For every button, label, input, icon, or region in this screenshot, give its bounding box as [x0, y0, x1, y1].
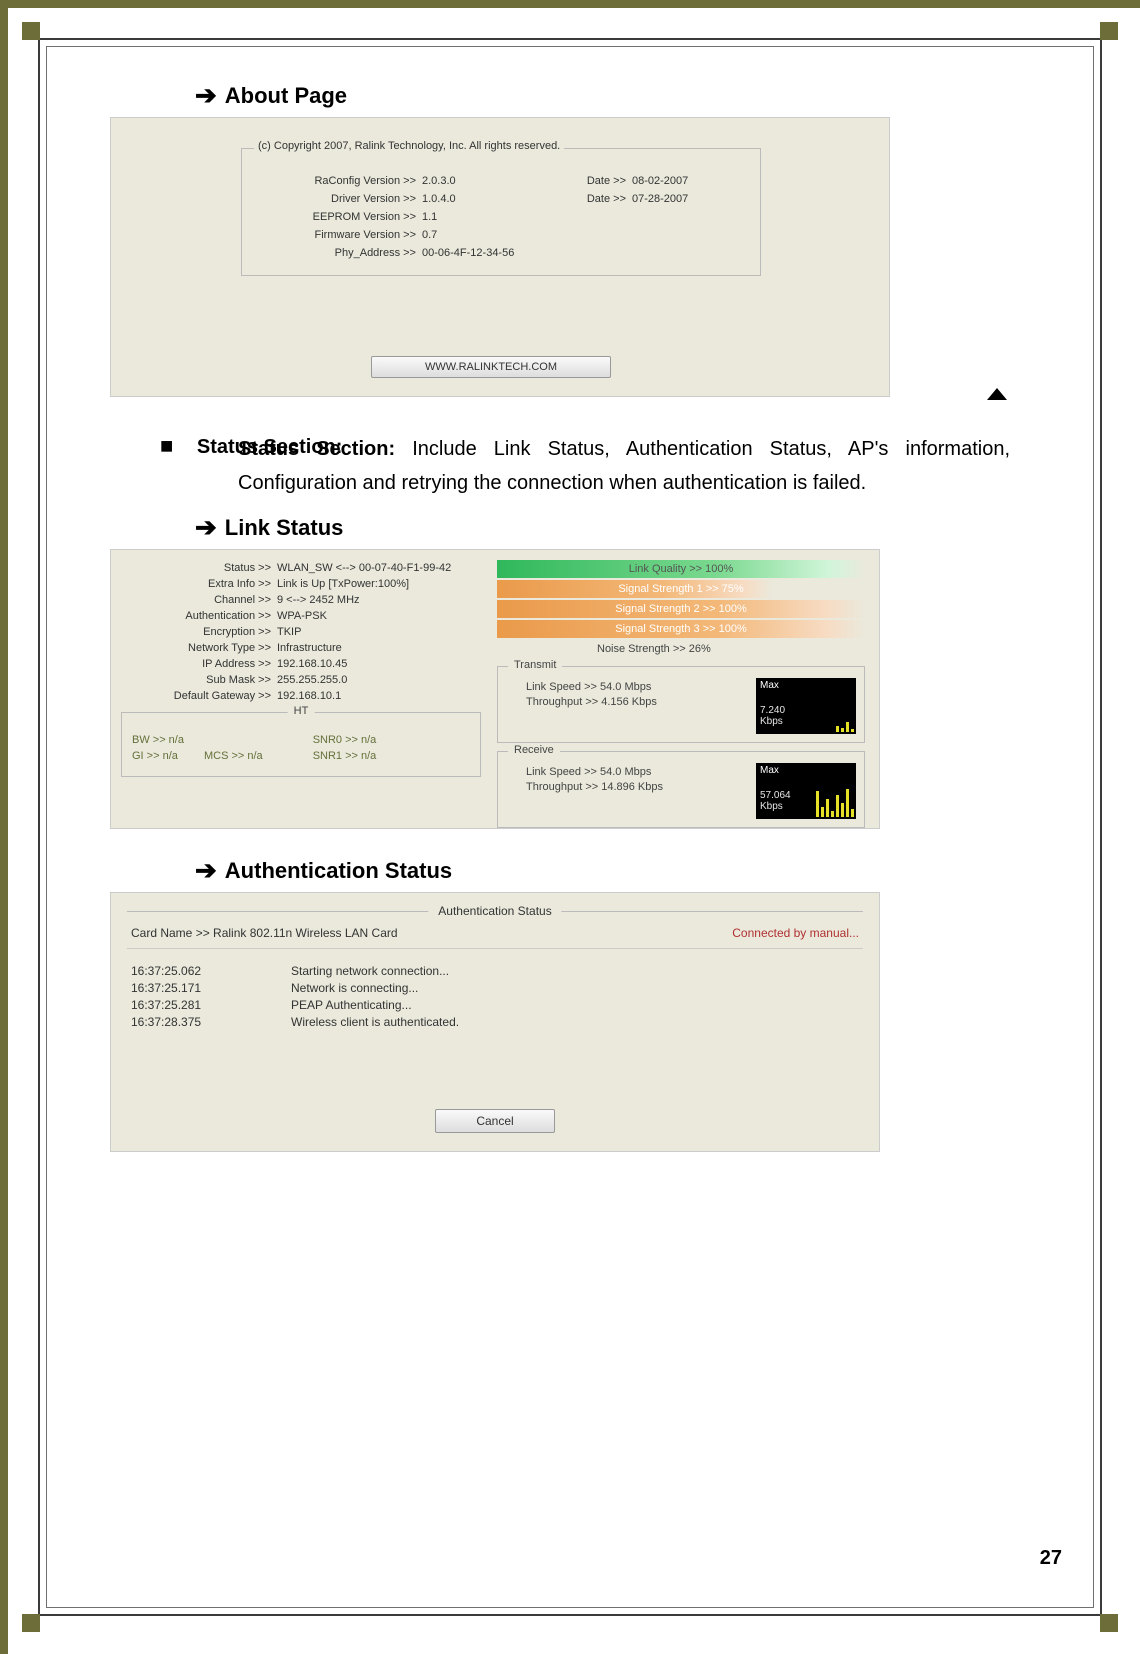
ls-mask-v: 255.255.255.0 [271, 674, 347, 686]
ls-status-k: Status >> [121, 562, 271, 574]
status-paragraph: ■ Status Section: Status Section: Includ… [160, 427, 1010, 500]
auth-connected-by: Connected by manual... [732, 926, 859, 940]
rx-sparkline: Max 57.064 Kbps [756, 763, 856, 819]
raconfig-key: RaConfig Version >> [252, 175, 422, 187]
receive-groupbox: Receive Link Speed >> 54.0 Mbps Throughp… [497, 751, 865, 828]
ls-ip-v: 192.168.10.45 [271, 658, 347, 670]
heading-link-text: Link Status [225, 515, 344, 541]
rx-throughput: Throughput >> 14.896 Kbps [506, 781, 756, 793]
bar-signal-3: Signal Strength 3 >> 100% [497, 620, 865, 638]
auth-panel: Authentication Status Card Name >> Ralin… [110, 892, 880, 1152]
raconfig-date-key: Date >> [552, 175, 632, 187]
about-panel: (c) Copyright 2007, Ralink Technology, I… [110, 117, 890, 397]
ht-label: HT [288, 705, 315, 717]
bullet-icon: ■ [160, 433, 173, 458]
eeprom-val: 1.1 [422, 211, 552, 223]
ht-gi: GI >> n/a [132, 750, 184, 762]
heading-auth-text: Authentication Status [225, 858, 452, 884]
ls-gw-v: 192.168.10.1 [271, 690, 341, 702]
heading-about-text: About Page [225, 83, 347, 109]
heading-auth: ➔ Authentication Status [195, 855, 1030, 886]
rx-speed: Link Speed >> 54.0 Mbps [506, 766, 756, 778]
ls-ntype-k: Network Type >> [121, 642, 271, 654]
ls-mask-k: Sub Mask >> [121, 674, 271, 686]
log-time: 16:37:25.281 [131, 998, 291, 1012]
log-time: 16:37:25.171 [131, 981, 291, 995]
firmware-key: Firmware Version >> [252, 229, 422, 241]
about-copyright: (c) Copyright 2007, Ralink Technology, I… [254, 140, 564, 152]
page-number: 27 [1040, 1547, 1062, 1570]
log-msg: Network is connecting... [291, 981, 418, 995]
bar-link-quality: Link Quality >> 100% [497, 560, 865, 578]
about-groupbox: (c) Copyright 2007, Ralink Technology, I… [241, 148, 761, 276]
auth-title: Authentication Status [428, 904, 561, 918]
bar-signal-2: Signal Strength 2 >> 100% [497, 600, 865, 618]
firmware-val: 0.7 [422, 229, 552, 241]
auth-card: Card Name >> Ralink 802.11n Wireless LAN… [131, 926, 398, 940]
status-body: Status Section: Include Link Status, Aut… [238, 432, 1010, 500]
log-msg: Wireless client is authenticated. [291, 1015, 459, 1029]
tx-sparkline: Max 7.240 Kbps [756, 678, 856, 734]
ls-auth-v: WPA-PSK [271, 610, 327, 622]
heading-about: ➔ About Page [195, 80, 1030, 111]
link-status-panel: Status >>WLAN_SW <--> 00-07-40-F1-99-42 … [110, 549, 880, 829]
cancel-label: Cancel [476, 1114, 513, 1128]
ls-channel-v: 9 <--> 2452 MHz [271, 594, 360, 606]
log-msg: Starting network connection... [291, 964, 449, 978]
ls-extra-k: Extra Info >> [121, 578, 271, 590]
transmit-label: Transmit [508, 659, 562, 671]
ls-enc-v: TKIP [271, 626, 301, 638]
ls-auth-k: Authentication >> [121, 610, 271, 622]
raconfig-date-val: 08-02-2007 [632, 175, 732, 187]
ht-mcs: MCS >> n/a [204, 750, 263, 762]
log-msg: PEAP Authenticating... [291, 998, 412, 1012]
arrow-icon: ➔ [195, 512, 217, 543]
auth-log: 16:37:25.062Starting network connection.… [127, 957, 863, 1036]
log-time: 16:37:28.375 [131, 1015, 291, 1029]
tx-speed: Link Speed >> 54.0 Mbps [506, 681, 756, 693]
bar-signal-1: Signal Strength 1 >> 75% [497, 580, 865, 598]
driver-val: 1.0.4.0 [422, 193, 552, 205]
bar-noise: Noise Strength >> 26% [497, 640, 865, 658]
ls-enc-k: Encryption >> [121, 626, 271, 638]
phy-val: 00-06-4F-12-34-56 [422, 247, 514, 259]
transmit-groupbox: Transmit Link Speed >> 54.0 Mbps Through… [497, 666, 865, 743]
ht-snr1: SNR1 >> n/a [313, 750, 377, 762]
driver-key: Driver Version >> [252, 193, 422, 205]
ls-ntype-v: Infrastructure [271, 642, 342, 654]
ht-snr0: SNR0 >> n/a [313, 734, 377, 746]
eeprom-key: EEPROM Version >> [252, 211, 422, 223]
arrow-icon: ➔ [195, 855, 217, 886]
ls-ip-k: IP Address >> [121, 658, 271, 670]
driver-date-val: 07-28-2007 [632, 193, 732, 205]
cancel-button[interactable]: Cancel [435, 1109, 555, 1133]
heading-link: ➔ Link Status [195, 512, 1030, 543]
ralink-url-button[interactable]: WWW.RALINKTECH.COM [371, 356, 611, 378]
raconfig-val: 2.0.3.0 [422, 175, 552, 187]
ls-extra-v: Link is Up [TxPower:100%] [271, 578, 409, 590]
log-time: 16:37:25.062 [131, 964, 291, 978]
phy-key: Phy_Address >> [252, 247, 422, 259]
ls-status-v: WLAN_SW <--> 00-07-40-F1-99-42 [271, 562, 451, 574]
ls-gw-k: Default Gateway >> [121, 690, 271, 702]
tx-throughput: Throughput >> 4.156 Kbps [506, 696, 756, 708]
receive-label: Receive [508, 744, 560, 756]
ht-bw: BW >> n/a [132, 734, 184, 746]
ht-groupbox: HT BW >> n/a GI >> n/a MCS >> n/a SNR0 >… [121, 712, 481, 777]
ralink-url-label: WWW.RALINKTECH.COM [425, 361, 557, 373]
ls-channel-k: Channel >> [121, 594, 271, 606]
arrow-icon: ➔ [195, 80, 217, 111]
driver-date-key: Date >> [552, 193, 632, 205]
scroll-up-icon[interactable] [987, 388, 1007, 400]
